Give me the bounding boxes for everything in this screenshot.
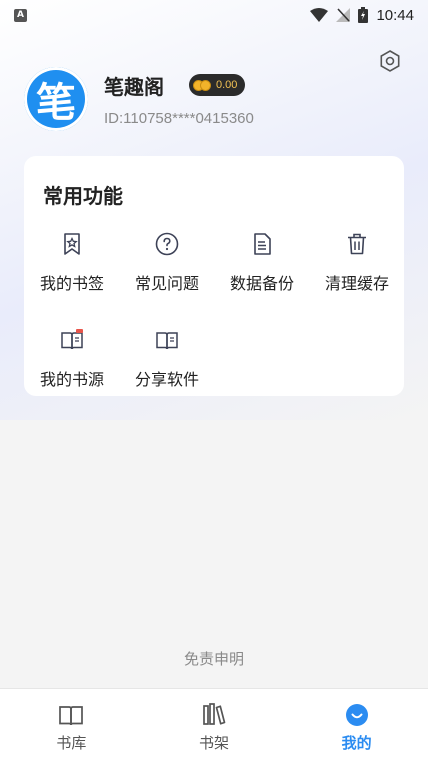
func-my-bookmarks[interactable]: 我的书签 (24, 232, 120, 294)
signal-off-icon (336, 8, 351, 22)
user-name: 笔趣阁 (104, 75, 164, 99)
nav-tab-bookshelf[interactable]: 书架 (143, 689, 286, 760)
func-label: 清理缓存 (324, 274, 389, 293)
card-title: 常用功能 (43, 184, 123, 208)
status-time: 10:44 (376, 6, 414, 24)
bookshelf-icon (203, 703, 226, 725)
user-id: ID:110758****0415360 (104, 110, 254, 127)
nav-label: 书库 (56, 734, 87, 752)
func-label: 数据备份 (229, 274, 294, 293)
func-label: 常见问题 (134, 274, 199, 293)
settings-gear-icon[interactable] (378, 49, 402, 73)
trash-icon (348, 233, 366, 255)
bottom-nav: 书库 书架 我的 (0, 688, 428, 760)
nav-label: 我的 (341, 734, 372, 752)
question-icon (155, 232, 179, 256)
smile-icon (345, 704, 368, 726)
avatar[interactable]: 笔 (24, 67, 88, 131)
notification-app-icon: A (14, 8, 27, 22)
common-functions-card: 常用功能 我的书签 常见问题 数据备份 清理缓存 我的书源 分享软件 (24, 156, 404, 396)
avatar-char: 笔 (36, 79, 76, 126)
coin-icon (200, 79, 211, 91)
book-source-icon (61, 329, 83, 350)
func-label: 我的书签 (39, 274, 104, 293)
func-clear-cache[interactable]: 清理缓存 (309, 232, 405, 294)
open-book-icon (59, 706, 84, 726)
status-bar: A 10:44 (0, 0, 428, 30)
func-data-backup[interactable]: 数据备份 (214, 232, 310, 294)
coin-value: 0.00 (216, 79, 238, 91)
func-label: 分享软件 (134, 370, 199, 389)
func-label: 我的书源 (39, 370, 104, 389)
share-book-icon (156, 332, 178, 350)
disclaimer-link[interactable]: 免责申明 (0, 648, 428, 669)
wifi-icon (310, 8, 329, 22)
func-share-app[interactable]: 分享软件 (119, 328, 215, 390)
nav-label: 书架 (199, 734, 230, 752)
func-my-book-sources[interactable]: 我的书源 (24, 328, 120, 390)
battery-charging-icon (358, 7, 369, 23)
nav-tab-mine[interactable]: 我的 (285, 689, 428, 760)
bookmark-icon (64, 233, 80, 255)
document-icon (254, 233, 271, 255)
nav-tab-library[interactable]: 书库 (0, 689, 143, 760)
func-faq[interactable]: 常见问题 (119, 232, 215, 294)
coin-balance-badge[interactable]: 0.00 (189, 74, 246, 96)
